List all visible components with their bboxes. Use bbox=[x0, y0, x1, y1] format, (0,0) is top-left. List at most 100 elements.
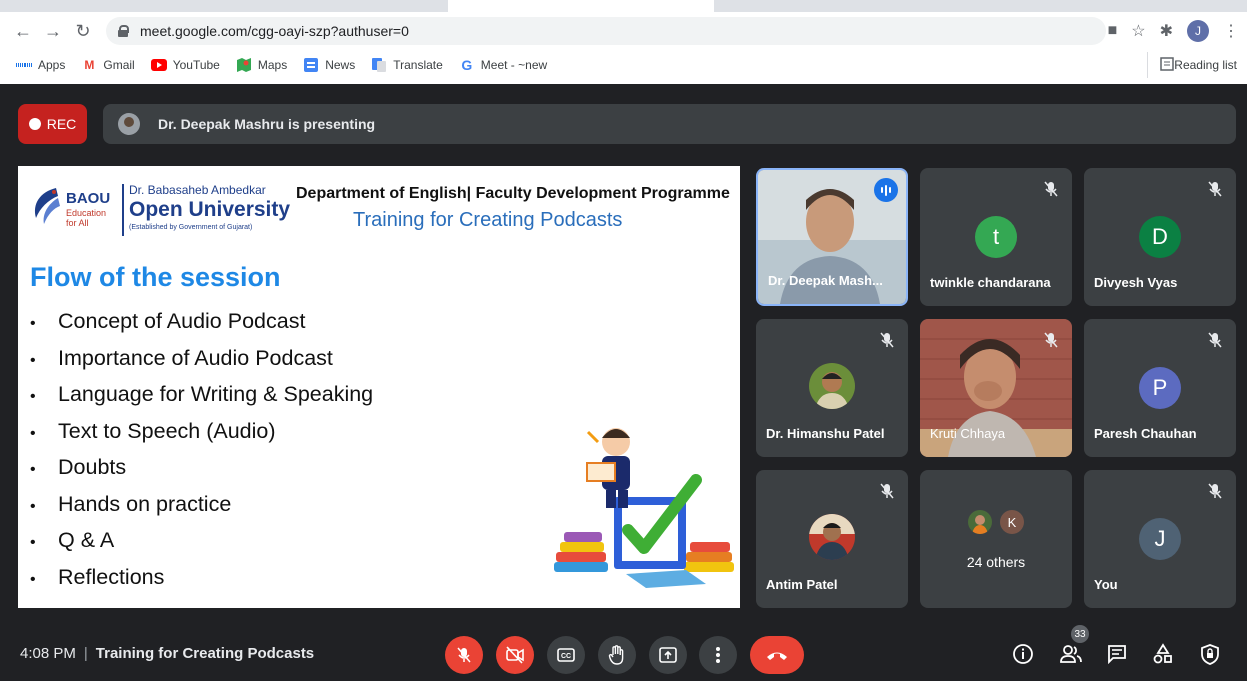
host-controls-button[interactable] bbox=[1196, 640, 1224, 668]
address-bar[interactable]: meet.google.com/cgg-oayi-szp?authuser=0 bbox=[106, 17, 1106, 45]
bookmark-gmail[interactable]: M Gmail bbox=[81, 57, 134, 73]
bookmark-meet[interactable]: G Meet - ~new bbox=[459, 57, 547, 73]
camera-off-icon bbox=[506, 646, 524, 664]
recording-indicator[interactable]: REC bbox=[18, 104, 87, 144]
bookmark-maps[interactable]: Maps bbox=[236, 57, 287, 73]
participant-name: Dr. Deepak Mash... bbox=[768, 273, 883, 288]
mic-off-icon bbox=[1208, 332, 1222, 348]
chat-button[interactable] bbox=[1103, 640, 1131, 668]
camera-icon[interactable]: ■ bbox=[1108, 22, 1118, 40]
bookmark-translate[interactable]: Translate bbox=[371, 57, 443, 73]
record-dot-icon bbox=[28, 118, 41, 130]
mic-off-icon bbox=[1044, 332, 1058, 348]
participant-tile-presenter[interactable]: Dr. Deepak Mash... bbox=[756, 168, 908, 306]
participant-name: twinkle chandarana bbox=[930, 275, 1051, 290]
participant-name: You bbox=[1094, 577, 1118, 592]
info-icon bbox=[1013, 644, 1033, 664]
avatar: J bbox=[1139, 518, 1181, 560]
participant-tile-twinkle[interactable]: t twinkle chandarana bbox=[920, 168, 1072, 306]
url-text[interactable]: meet.google.com/cgg-oayi-szp?authuser=0 bbox=[140, 23, 409, 39]
people-icon bbox=[1060, 645, 1082, 663]
bullet-item: • Hands on practice bbox=[30, 491, 232, 516]
presenting-text: Dr. Deepak Mashru is presenting bbox=[158, 116, 376, 132]
participant-tile-kruti[interactable]: Kruti Chhaya bbox=[920, 319, 1072, 457]
bullet-item: • Concept of Audio Podcast bbox=[30, 309, 306, 333]
participant-name: Dr. Himanshu Patel bbox=[766, 426, 885, 441]
more-vert-icon bbox=[716, 647, 720, 663]
department-heading: Department of English| Faculty Developme… bbox=[296, 185, 730, 202]
bookmark-label: Translate bbox=[393, 58, 443, 72]
present-screen-icon bbox=[659, 647, 677, 663]
bullet-item: • Doubts bbox=[30, 455, 127, 479]
avatar bbox=[968, 510, 992, 534]
presenter-avatar bbox=[118, 113, 140, 135]
others-count-label: 24 others bbox=[966, 554, 1026, 570]
reload-icon[interactable]: ↻ bbox=[70, 18, 96, 44]
star-icon[interactable]: ☆ bbox=[1131, 21, 1145, 41]
camera-toggle-button[interactable] bbox=[496, 636, 534, 674]
translate-icon bbox=[371, 57, 387, 73]
gmail-icon: M bbox=[84, 58, 95, 72]
mic-off-icon bbox=[457, 647, 471, 663]
bookmark-news[interactable]: News bbox=[303, 57, 355, 73]
presentation-slide: BAOU Education for All Dr. Babasaheb Ambe… bbox=[18, 166, 740, 608]
logo-tagline-1: Education bbox=[66, 208, 107, 218]
more-options-button[interactable] bbox=[699, 636, 737, 674]
mic-off-icon bbox=[880, 483, 894, 499]
speaking-indicator-icon bbox=[874, 178, 898, 202]
avatar: t bbox=[975, 216, 1017, 258]
university-line-2: Open University bbox=[129, 198, 291, 221]
bookmark-youtube[interactable]: YouTube bbox=[150, 57, 220, 73]
avatar: P bbox=[1139, 367, 1181, 409]
session-bullets: • Concept of Audio Podcast • Importance of… bbox=[30, 303, 373, 595]
mic-off-icon bbox=[1208, 483, 1222, 499]
shield-lock-icon bbox=[1201, 644, 1219, 665]
bookmark-label: Gmail bbox=[103, 58, 135, 72]
participant-tile-self[interactable]: J You bbox=[1084, 470, 1236, 608]
leave-call-button[interactable] bbox=[750, 636, 804, 674]
participant-name: Divyesh Vyas bbox=[1094, 275, 1178, 290]
avatar: D bbox=[1139, 216, 1181, 258]
participant-tile-paresh[interactable]: P Paresh Chauhan bbox=[1084, 319, 1236, 457]
logo-tagline-2: for All bbox=[66, 218, 89, 228]
bookmark-label: News bbox=[325, 58, 356, 72]
google-g-icon: G bbox=[461, 57, 473, 73]
participant-tile-himanshu[interactable]: Dr. Himanshu Patel bbox=[756, 319, 908, 457]
people-button[interactable] bbox=[1057, 640, 1085, 668]
raise-hand-button[interactable] bbox=[598, 636, 636, 674]
mic-toggle-button[interactable] bbox=[445, 636, 483, 674]
reading-list-button[interactable]: Reading list bbox=[1147, 52, 1237, 78]
present-screen-button[interactable] bbox=[649, 636, 687, 674]
activities-icon bbox=[1153, 643, 1172, 664]
participant-tile-antim[interactable]: Antim Patel bbox=[756, 470, 908, 608]
avatar: K bbox=[1000, 510, 1024, 534]
bookmark-apps[interactable]: Apps bbox=[16, 57, 65, 73]
mic-off-icon bbox=[1044, 181, 1058, 197]
news-icon bbox=[303, 57, 319, 73]
captions-button[interactable]: CC bbox=[547, 636, 585, 674]
bullet-item: • Language for Writing & Speaking bbox=[30, 382, 374, 406]
participant-tile-others[interactable]: K 24 others bbox=[920, 470, 1072, 608]
participant-tile-divyesh[interactable]: D Divyesh Vyas bbox=[1084, 168, 1236, 306]
extensions-icon[interactable]: ✱ bbox=[1160, 21, 1173, 41]
menu-icon[interactable]: ⋮ bbox=[1223, 21, 1239, 41]
activities-button[interactable] bbox=[1149, 640, 1177, 668]
slide-title: Flow of the session bbox=[30, 262, 281, 292]
forward-icon[interactable]: → bbox=[40, 18, 66, 44]
bullet-item: • Q & A bbox=[30, 528, 115, 552]
bookmarks-bar: Apps M Gmail YouTube Maps News Translate… bbox=[0, 52, 1247, 78]
meeting-info: 4:08 PM | Training for Creating Podcasts bbox=[20, 645, 314, 662]
meeting-details-button[interactable] bbox=[1009, 640, 1037, 668]
reading-list-label: Reading list bbox=[1174, 58, 1237, 72]
maps-icon bbox=[236, 57, 252, 73]
bookmark-label: Maps bbox=[257, 58, 288, 72]
bookmark-label: Meet - ~new bbox=[480, 58, 548, 72]
browser-chrome: ← → ↻ meet.google.com/cgg-oayi-szp?authu… bbox=[0, 0, 1247, 84]
reading-student-illustration bbox=[554, 428, 734, 588]
training-subheading: Training for Creating Podcasts bbox=[353, 209, 623, 231]
presenting-banner: Dr. Deepak Mashru is presenting bbox=[103, 104, 1236, 144]
back-icon[interactable]: ← bbox=[10, 18, 36, 44]
profile-avatar[interactable]: J bbox=[1187, 20, 1209, 42]
participant-name: Paresh Chauhan bbox=[1094, 426, 1197, 441]
youtube-icon bbox=[150, 57, 167, 73]
